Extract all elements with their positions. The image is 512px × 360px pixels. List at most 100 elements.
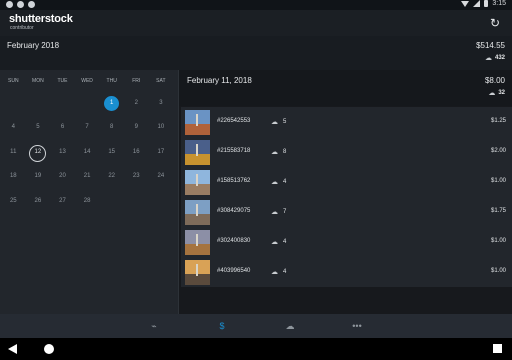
photo-thumbnail	[185, 170, 210, 195]
photo-row[interactable]: #215583718 ☁ 8 $2.00	[181, 137, 512, 167]
app-bar: shutterstock contributor ↻	[0, 10, 512, 36]
home-icon[interactable]	[44, 344, 54, 354]
calendar-week: 1 2 3	[0, 95, 178, 111]
calendar-day[interactable]: 24	[149, 171, 174, 182]
thumbnail-landmark	[196, 174, 198, 186]
signal-icon	[473, 0, 481, 7]
photo-row[interactable]: #158513762 ☁ 4 $1.00	[181, 167, 512, 197]
photo-earnings: $1.00	[490, 178, 506, 184]
day-header: February 11, 2018 $8.00 ☁ 32	[179, 70, 512, 106]
notification-icons	[6, 1, 35, 8]
calendar-empty	[26, 98, 51, 109]
weekday-label: MON	[32, 78, 44, 84]
clock: 3:15	[492, 0, 506, 7]
photo-list: #226542553 ☁ 5 $1.25 #215583718 ☁ 8 $2.00 #15851…	[181, 107, 512, 287]
calendar-empty	[1, 98, 26, 109]
summary-downloads: ☁ 432	[485, 54, 505, 62]
summary-earnings: $514.55	[476, 41, 505, 50]
photo-id: #302400830	[217, 238, 251, 244]
recents-icon[interactable]	[493, 344, 502, 353]
photo-id: #403996540	[217, 268, 251, 274]
status-bar: 3:15	[0, 0, 512, 10]
calendar-day-number: 17	[157, 148, 165, 155]
calendar-day[interactable]: 12	[26, 144, 51, 162]
calendar-day[interactable]: 19	[26, 171, 51, 182]
calendar-day[interactable]: 1	[99, 95, 124, 111]
activity-tab[interactable]: ⌁	[134, 314, 174, 338]
cloud-upload-icon: ☁	[285, 321, 295, 331]
battery-icon	[484, 0, 489, 7]
thumbnail-landmark	[196, 114, 198, 126]
thumbnail-landmark	[196, 204, 198, 216]
calendar-day-number: 22	[108, 173, 116, 179]
more-icon: •••	[352, 321, 362, 331]
calendar-day[interactable]: 14	[75, 147, 100, 158]
photo-row[interactable]: #302400830 ☁ 4 $1.00	[181, 227, 512, 257]
calendar-day[interactable]: 15	[99, 147, 124, 158]
photo-thumbnail	[185, 140, 210, 165]
wifi-icon	[461, 0, 470, 7]
calendar-day[interactable]: 27	[50, 196, 75, 207]
photo-downloads-count: 4	[283, 239, 287, 245]
calendar-day[interactable]: 2	[124, 98, 149, 109]
calendar-day-number: 5	[36, 124, 40, 130]
photo-thumbnail	[185, 230, 210, 255]
calendar-day[interactable]: 23	[124, 171, 149, 182]
notification-icon	[28, 1, 35, 8]
calendar-day[interactable]: 8	[99, 122, 124, 133]
system-nav-bar	[0, 338, 512, 360]
calendar-day[interactable]: 11	[1, 147, 26, 158]
calendar-day[interactable]: 25	[1, 196, 26, 207]
summary-downloads-count: 432	[494, 55, 505, 61]
calendar-day[interactable]: 22	[99, 171, 124, 182]
photo-downloads-count: 4	[283, 179, 287, 185]
calendar-day[interactable]: 5	[26, 122, 51, 133]
uploads-tab[interactable]: ☁	[270, 314, 310, 338]
calendar-day[interactable]: 10	[149, 122, 174, 133]
calendar-day-number: 28	[83, 197, 91, 204]
day-downloads: ☁ 32	[488, 89, 505, 97]
photo-earnings: $2.00	[490, 148, 506, 154]
download-cloud-icon: ☁	[271, 179, 278, 186]
calendar-day-number: 9	[134, 124, 138, 130]
calendar-day-number: 10	[157, 124, 165, 130]
calendar-week: 11 12 13 14 15 16 17	[0, 144, 178, 162]
calendar-day[interactable]: 26	[26, 196, 51, 207]
calendar-day[interactable]: 7	[75, 122, 100, 133]
calendar-day[interactable]: 28	[75, 196, 100, 207]
calendar-day[interactable]: 13	[50, 147, 75, 158]
photo-downloads: ☁ 5	[271, 118, 286, 126]
summary-month: February 2018	[7, 41, 60, 50]
day-detail: February 11, 2018 $8.00 ☁ 32 #226542553 ☁…	[179, 70, 512, 314]
download-cloud-icon: ☁	[271, 149, 278, 156]
photo-downloads: ☁ 4	[271, 238, 286, 246]
calendar-day[interactable]: 21	[75, 171, 100, 182]
back-icon[interactable]	[8, 344, 17, 354]
calendar-day-number: 20	[59, 173, 66, 179]
shutterstock-logo: shutterstock contributor	[9, 14, 73, 32]
photo-row[interactable]: #226542553 ☁ 5 $1.25	[181, 107, 512, 137]
photo-downloads: ☁ 4	[271, 268, 286, 276]
photo-earnings: $1.00	[490, 268, 506, 274]
calendar-day[interactable]: 4	[1, 122, 26, 133]
calendar-day-number: 8	[110, 124, 114, 130]
calendar-day[interactable]: 17	[149, 147, 174, 158]
more-tab[interactable]: •••	[337, 314, 377, 338]
refresh-icon[interactable]: ↻	[488, 16, 502, 30]
calendar-day[interactable]: 16	[124, 147, 149, 158]
calendar-day[interactable]: 18	[1, 171, 26, 182]
calendar-day[interactable]: 9	[124, 122, 149, 133]
download-cloud-icon: ☁	[488, 90, 496, 97]
download-cloud-icon: ☁	[271, 269, 278, 276]
photo-id: #226542553	[217, 118, 251, 124]
photo-row[interactable]: #403996540 ☁ 4 $1.00	[181, 257, 512, 287]
calendar-day[interactable]: 20	[50, 171, 75, 182]
calendar-day-number: 6	[60, 124, 65, 130]
calendar-day-number: 13	[59, 148, 66, 155]
day-date: February 11, 2018	[187, 76, 252, 85]
earnings-tab[interactable]: $	[202, 314, 242, 338]
photo-row[interactable]: #308429075 ☁ 7 $1.75	[181, 197, 512, 227]
download-cloud-icon: ☁	[271, 239, 278, 246]
calendar-day[interactable]: 3	[149, 98, 174, 109]
calendar-day[interactable]: 6	[50, 122, 75, 133]
